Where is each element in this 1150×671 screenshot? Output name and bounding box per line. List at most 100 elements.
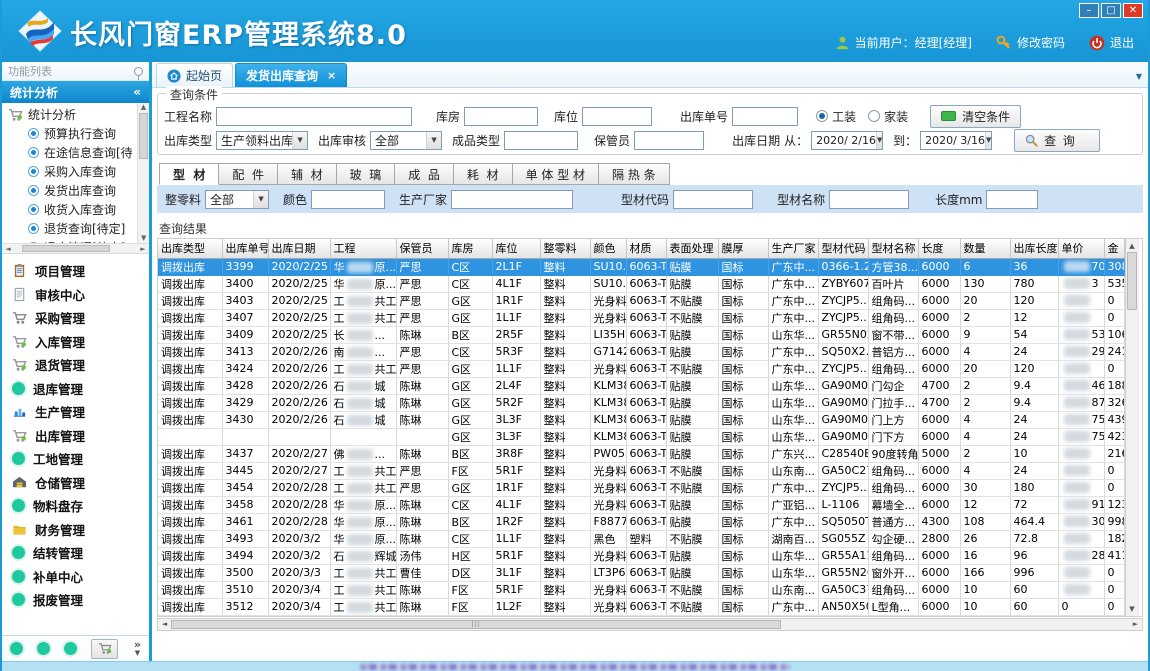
maximize-button[interactable]: □: [1101, 3, 1121, 18]
table-row[interactable]: 调拨出库34932020/3/2华原...陈琳C区1L1F整料黑色塑料不贴膜国标…: [158, 530, 1124, 547]
location-input[interactable]: [582, 107, 652, 126]
nav-shortcut-circle-icon[interactable]: [64, 642, 77, 655]
table-row[interactable]: 调拨出库34372020/2/27佛...陈琳B区3R8F整料PW056063-…: [158, 445, 1124, 462]
statistics-section-header[interactable]: 统计分析 «: [2, 81, 149, 103]
table-row[interactable]: 调拨出库33992020/2/25华原...严思C区2L1F整料SU10...6…: [158, 258, 1124, 275]
tree-root-statistics[interactable]: 统计分析: [8, 105, 149, 124]
column-header[interactable]: 出库长度: [1010, 239, 1058, 258]
column-header[interactable]: 长度: [918, 239, 960, 258]
sidebar-item[interactable]: 工地管理: [2, 447, 149, 471]
column-header[interactable]: 出库单号: [222, 239, 268, 258]
scroll-right-icon[interactable]: ►: [1129, 620, 1142, 628]
column-header[interactable]: 材质: [626, 239, 666, 258]
profile-code-input[interactable]: [673, 190, 753, 209]
pin-icon[interactable]: [134, 67, 143, 76]
column-header[interactable]: 单价: [1058, 239, 1104, 258]
minimize-button[interactable]: –: [1079, 3, 1099, 18]
table-row[interactable]: 调拨出库34302020/2/26石城陈琳G区3L3F整料KLM38176063…: [158, 411, 1124, 428]
column-header[interactable]: 颜色: [590, 239, 626, 258]
column-header[interactable]: 生产厂家: [768, 239, 818, 258]
tab-shipping-outbound-query[interactable]: 发货出库查询 ×: [235, 63, 347, 87]
column-header[interactable]: 表面处理: [666, 239, 718, 258]
logout-button[interactable]: 退出: [1089, 34, 1134, 51]
results-vertical-scrollbar[interactable]: ▲ ▼: [1125, 239, 1139, 616]
date-from-select[interactable]: 2020/ 2/16▼: [811, 131, 883, 150]
gongzhuang-radio[interactable]: [816, 110, 828, 122]
collapse-icon[interactable]: «: [133, 85, 141, 99]
sidebar-item[interactable]: 生产管理: [2, 400, 149, 424]
sidebar-item[interactable]: 物料盘存: [2, 494, 149, 518]
tree-item[interactable]: 预算执行查询: [8, 124, 149, 143]
sidebar-item[interactable]: 报废管理: [2, 588, 149, 612]
table-row[interactable]: 调拨出库35122020/3/4工共工程陈琳F区1L2F整料光身料6063-T5…: [158, 598, 1124, 615]
table-row[interactable]: 调拨出库34072020/2/25工共工程严思G区1L1F整料光身料6063-T…: [158, 309, 1124, 326]
table-row[interactable]: G区3L3F整料KLM38176063-T5贴膜国标山东华...GA90M09.…: [158, 428, 1124, 445]
material-tab[interactable]: 辅 材: [278, 163, 337, 185]
table-row[interactable]: 调拨出库35102020/3/4工共工程陈琳F区5R1F整料光身料6063-T5…: [158, 581, 1124, 598]
order-no-input[interactable]: [732, 107, 798, 126]
profile-name-input[interactable]: [829, 190, 909, 209]
table-row[interactable]: 调拨出库34032020/2/25工共工程严思G区1R1F整料光身料6063-T…: [158, 292, 1124, 309]
material-tab[interactable]: 配 件: [219, 163, 278, 185]
out-type-select[interactable]: 生产领料出库▼: [216, 131, 308, 150]
tree-item[interactable]: 采购入库查询: [8, 162, 149, 181]
material-tab[interactable]: 耗 材: [454, 163, 513, 185]
date-to-select[interactable]: 2020/ 3/16▼: [920, 131, 992, 150]
column-header[interactable]: 数量: [960, 239, 1010, 258]
table-row[interactable]: 调拨出库34542020/2/28工共工程严思G区1R1F整料光身料6063-T…: [158, 479, 1124, 496]
column-header[interactable]: 金: [1104, 239, 1124, 258]
table-row[interactable]: 调拨出库34092020/2/25长...陈琳B区2R5F整料LI35HD606…: [158, 326, 1124, 343]
table-row[interactable]: 调拨出库34282020/2/26石城陈琳G区2L4F整料KLM38176063…: [158, 377, 1124, 394]
column-header[interactable]: 保管员: [396, 239, 448, 258]
warehouse-input[interactable]: [464, 107, 538, 126]
length-input[interactable]: [986, 190, 1038, 209]
sidebar-item[interactable]: 退货管理: [2, 353, 149, 377]
material-tab[interactable]: 成 品: [395, 163, 454, 185]
table-row[interactable]: 调拨出库34452020/2/27工共工程严思F区5R1F整料光身料6063-T…: [158, 462, 1124, 479]
tree-item[interactable]: 收货入库查询: [8, 200, 149, 219]
table-row[interactable]: 调拨出库34242020/2/26工共工程严思G区1L1F整料光身料6063-T…: [158, 360, 1124, 377]
tab-close-icon[interactable]: ×: [327, 69, 336, 82]
audit-select[interactable]: 全部▼: [370, 131, 442, 150]
scroll-left-icon[interactable]: ◄: [158, 620, 171, 628]
nav-shortcut-circle-icon[interactable]: [37, 642, 50, 655]
tree-item[interactable]: 退货查询[待定]: [8, 219, 149, 238]
material-tab[interactable]: 玻 璃: [337, 163, 396, 185]
column-header[interactable]: 出库类型: [158, 239, 222, 258]
tree-item[interactable]: 发货出库查询: [8, 181, 149, 200]
keeper-input[interactable]: [634, 131, 704, 150]
color-input[interactable]: [311, 190, 385, 209]
table-row[interactable]: 调拨出库34002020/2/25华原...严思C区4L1F整料SU10...6…: [158, 275, 1124, 292]
table-row[interactable]: 调拨出库34612020/2/28华原...陈琳B区1R2F整料F8877FT6…: [158, 513, 1124, 530]
tab-list-dropdown-icon[interactable]: ▼: [1136, 72, 1142, 81]
sidebar-overflow-button[interactable]: » ▼: [134, 641, 141, 657]
scroll-up-icon[interactable]: ▲: [1129, 239, 1134, 252]
sidebar-item[interactable]: 财务管理: [2, 518, 149, 542]
column-header[interactable]: 整零料: [540, 239, 590, 258]
column-header[interactable]: 膜厚: [718, 239, 768, 258]
sidebar-item[interactable]: 补单中心: [2, 565, 149, 589]
table-row[interactable]: 调拨出库34292020/2/26石城陈琳G区5R2F整料KLM38176063…: [158, 394, 1124, 411]
table-row[interactable]: 调拨出库35002020/3/3工共工程曹佳D区3L1F整料LT3P606063…: [158, 564, 1124, 581]
factory-input[interactable]: [451, 190, 573, 209]
table-row[interactable]: 调拨出库34132020/2/26南...严思C区5R3F整料G71422606…: [158, 343, 1124, 360]
results-horizontal-scrollbar[interactable]: ◄ ||| ►: [157, 618, 1143, 631]
sidebar-item[interactable]: 项目管理: [2, 259, 149, 283]
zhengling-select[interactable]: 全部▼: [205, 190, 269, 209]
column-header[interactable]: 型材代码: [818, 239, 868, 258]
column-header[interactable]: 工程: [330, 239, 396, 258]
column-header[interactable]: 库位: [492, 239, 540, 258]
column-header[interactable]: 型材名称: [868, 239, 918, 258]
tree-item[interactable]: 退库管理[待定]: [8, 238, 149, 243]
clear-conditions-button[interactable]: 清空条件: [930, 105, 1021, 128]
nav-shortcut-circle-icon[interactable]: [10, 642, 23, 655]
material-tab[interactable]: 型 材: [159, 163, 219, 185]
product-type-input[interactable]: [504, 131, 578, 150]
vscroll-thumb[interactable]: [1127, 252, 1137, 310]
sidebar-item[interactable]: 审核中心: [2, 283, 149, 307]
scroll-down-icon[interactable]: ▼: [1129, 603, 1134, 616]
sidebar-item[interactable]: 结转管理: [2, 541, 149, 565]
column-header[interactable]: 出库日期: [268, 239, 330, 258]
sidebar-item[interactable]: 采购管理: [2, 306, 149, 330]
table-row[interactable]: 调拨出库34582020/2/28华原...陈琳C区4L1F整料光身料6063-…: [158, 496, 1124, 513]
